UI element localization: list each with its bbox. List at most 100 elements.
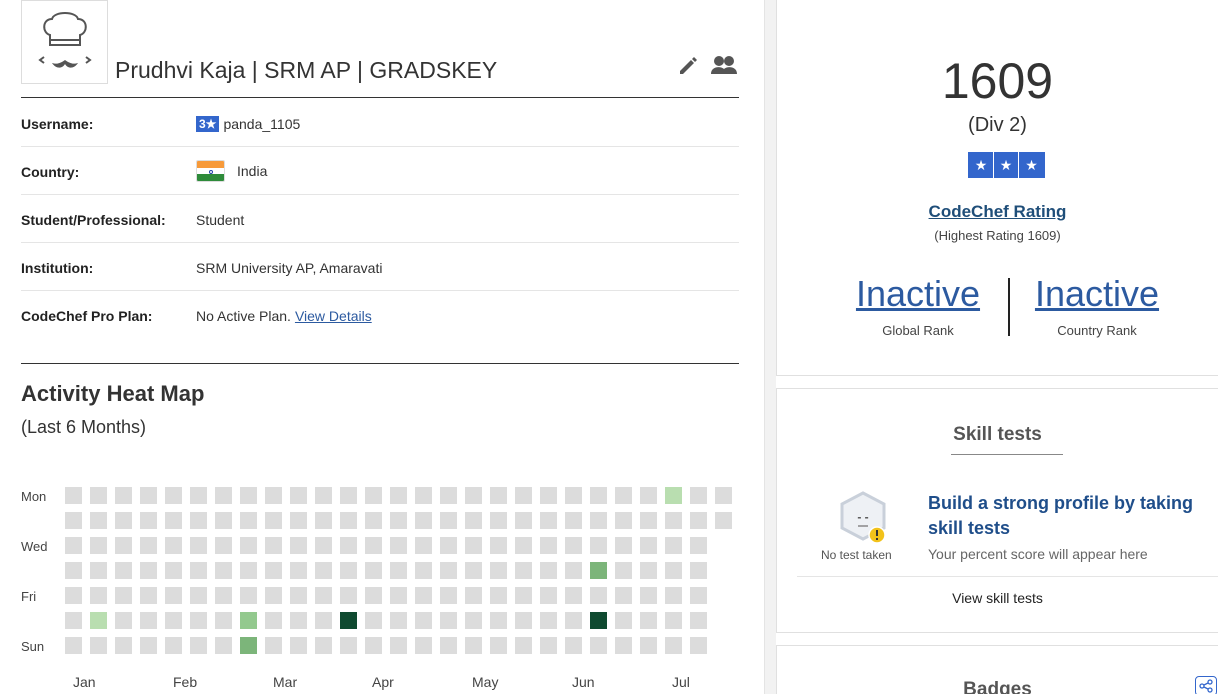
heatmap-cell[interactable] bbox=[565, 537, 582, 554]
heatmap-cell[interactable] bbox=[290, 637, 307, 654]
heatmap-cell[interactable] bbox=[665, 537, 682, 554]
heatmap-cell[interactable] bbox=[465, 562, 482, 579]
heatmap-cell[interactable] bbox=[140, 512, 157, 529]
heatmap-cell[interactable] bbox=[540, 562, 557, 579]
heatmap-cell[interactable] bbox=[615, 637, 632, 654]
heatmap-cell[interactable] bbox=[90, 637, 107, 654]
heatmap-cell[interactable] bbox=[565, 587, 582, 604]
heatmap-cell[interactable] bbox=[65, 512, 82, 529]
heatmap-cell[interactable] bbox=[140, 562, 157, 579]
heatmap-cell[interactable] bbox=[115, 512, 132, 529]
heatmap-cell[interactable] bbox=[390, 512, 407, 529]
heatmap-cell[interactable] bbox=[215, 562, 232, 579]
heatmap-cell[interactable] bbox=[365, 512, 382, 529]
heatmap-cell[interactable] bbox=[490, 537, 507, 554]
heatmap-cell[interactable] bbox=[340, 537, 357, 554]
heatmap-cell[interactable] bbox=[315, 537, 332, 554]
heatmap-cell[interactable] bbox=[465, 587, 482, 604]
heatmap-cell[interactable] bbox=[365, 487, 382, 504]
heatmap-cell[interactable] bbox=[640, 612, 657, 629]
heatmap-cell[interactable] bbox=[265, 587, 282, 604]
heatmap-cell[interactable] bbox=[465, 612, 482, 629]
heatmap-cell[interactable] bbox=[65, 612, 82, 629]
heatmap-cell[interactable] bbox=[65, 587, 82, 604]
heatmap-cell[interactable] bbox=[690, 637, 707, 654]
heatmap-cell[interactable] bbox=[290, 512, 307, 529]
heatmap-cell[interactable] bbox=[290, 562, 307, 579]
heatmap-cell[interactable] bbox=[215, 537, 232, 554]
heatmap-cell[interactable] bbox=[590, 587, 607, 604]
heatmap-cell[interactable] bbox=[690, 562, 707, 579]
heatmap-cell[interactable] bbox=[665, 637, 682, 654]
heatmap-cell[interactable] bbox=[290, 487, 307, 504]
heatmap-cell[interactable] bbox=[240, 537, 257, 554]
heatmap-cell[interactable] bbox=[515, 487, 532, 504]
heatmap-cell[interactable] bbox=[90, 612, 107, 629]
heatmap-cell[interactable] bbox=[590, 537, 607, 554]
heatmap-cell[interactable] bbox=[590, 637, 607, 654]
heatmap-cell[interactable] bbox=[115, 587, 132, 604]
heatmap-cell[interactable] bbox=[390, 587, 407, 604]
heatmap-cell[interactable] bbox=[190, 562, 207, 579]
heatmap-cell[interactable] bbox=[140, 637, 157, 654]
heatmap-cell[interactable] bbox=[265, 537, 282, 554]
heatmap-cell[interactable] bbox=[465, 512, 482, 529]
heatmap-cell[interactable] bbox=[65, 537, 82, 554]
heatmap-cell[interactable] bbox=[215, 612, 232, 629]
heatmap-cell[interactable] bbox=[565, 637, 582, 654]
heatmap-cell[interactable] bbox=[640, 562, 657, 579]
heatmap-cell[interactable] bbox=[340, 562, 357, 579]
heatmap-cell[interactable] bbox=[315, 637, 332, 654]
heatmap-cell[interactable] bbox=[215, 487, 232, 504]
heatmap-cell[interactable] bbox=[165, 487, 182, 504]
heatmap-cell[interactable] bbox=[515, 562, 532, 579]
heatmap-cell[interactable] bbox=[390, 487, 407, 504]
heatmap-cell[interactable] bbox=[615, 587, 632, 604]
heatmap-cell[interactable] bbox=[490, 512, 507, 529]
heatmap-cell[interactable] bbox=[115, 537, 132, 554]
heatmap-cell[interactable] bbox=[515, 637, 532, 654]
heatmap-cell[interactable] bbox=[515, 587, 532, 604]
heatmap-cell[interactable] bbox=[140, 612, 157, 629]
heatmap-cell[interactable] bbox=[315, 587, 332, 604]
heatmap-cell[interactable] bbox=[440, 512, 457, 529]
heatmap-cell[interactable] bbox=[190, 487, 207, 504]
heatmap-cell[interactable] bbox=[90, 562, 107, 579]
heatmap-cell[interactable] bbox=[365, 587, 382, 604]
heatmap-cell[interactable] bbox=[165, 562, 182, 579]
heatmap-cell[interactable] bbox=[690, 587, 707, 604]
view-skill-tests-link[interactable]: View skill tests bbox=[777, 590, 1218, 606]
heatmap-cell[interactable] bbox=[240, 487, 257, 504]
heatmap-cell[interactable] bbox=[665, 487, 682, 504]
codechef-rating-link[interactable]: CodeChef Rating bbox=[777, 202, 1218, 222]
heatmap-cell[interactable] bbox=[515, 512, 532, 529]
heatmap-cell[interactable] bbox=[390, 562, 407, 579]
heatmap-cell[interactable] bbox=[490, 562, 507, 579]
heatmap-cell[interactable] bbox=[415, 487, 432, 504]
heatmap-cell[interactable] bbox=[140, 487, 157, 504]
heatmap-cell[interactable] bbox=[365, 612, 382, 629]
heatmap-cell[interactable] bbox=[190, 512, 207, 529]
heatmap-cell[interactable] bbox=[440, 637, 457, 654]
heatmap-cell[interactable] bbox=[440, 562, 457, 579]
heatmap-cell[interactable] bbox=[140, 537, 157, 554]
heatmap-cell[interactable] bbox=[665, 562, 682, 579]
global-rank-link[interactable]: Inactive bbox=[838, 273, 998, 315]
heatmap-cell[interactable] bbox=[265, 612, 282, 629]
heatmap-cell[interactable] bbox=[540, 537, 557, 554]
heatmap-cell[interactable] bbox=[215, 512, 232, 529]
heatmap-cell[interactable] bbox=[615, 487, 632, 504]
heatmap-cell[interactable] bbox=[340, 587, 357, 604]
heatmap-cell[interactable] bbox=[265, 487, 282, 504]
heatmap-cell[interactable] bbox=[540, 487, 557, 504]
heatmap-cell[interactable] bbox=[365, 562, 382, 579]
heatmap-cell[interactable] bbox=[715, 512, 732, 529]
heatmap-cell[interactable] bbox=[690, 612, 707, 629]
heatmap-cell[interactable] bbox=[215, 637, 232, 654]
heatmap-cell[interactable] bbox=[265, 637, 282, 654]
heatmap-cell[interactable] bbox=[365, 637, 382, 654]
heatmap-cell[interactable] bbox=[65, 562, 82, 579]
heatmap-cell[interactable] bbox=[440, 587, 457, 604]
heatmap-cell[interactable] bbox=[640, 487, 657, 504]
heatmap-cell[interactable] bbox=[340, 637, 357, 654]
